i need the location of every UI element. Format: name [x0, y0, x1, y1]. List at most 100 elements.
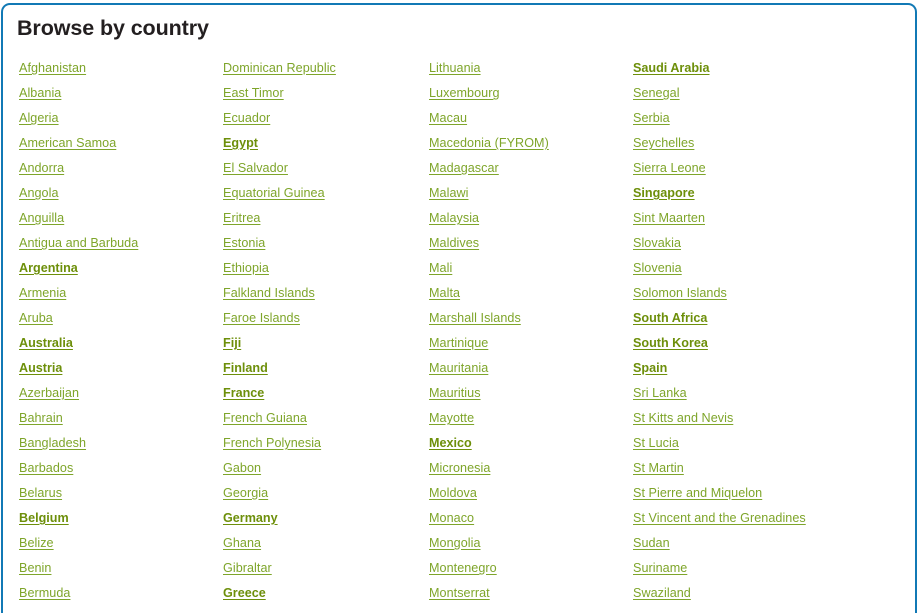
country-link[interactable]: St Pierre and Miquelon: [633, 486, 762, 500]
country-link[interactable]: Austria: [19, 361, 62, 375]
country-link[interactable]: Belize: [19, 536, 54, 550]
country-link[interactable]: American Samoa: [19, 136, 116, 150]
country-link[interactable]: Angola: [19, 186, 59, 200]
country-link[interactable]: Ecuador: [223, 111, 270, 125]
country-link[interactable]: Falkland Islands: [223, 286, 315, 300]
country-link[interactable]: St Vincent and the Grenadines: [633, 511, 806, 525]
country-link[interactable]: Luxembourg: [429, 86, 500, 100]
country-link[interactable]: Micronesia: [429, 461, 490, 475]
country-link[interactable]: Macedonia (FYROM): [429, 136, 549, 150]
country-link[interactable]: Martinique: [429, 336, 488, 350]
country-link[interactable]: Marshall Islands: [429, 311, 521, 325]
country-link[interactable]: Mauritius: [429, 386, 481, 400]
country-link[interactable]: Mongolia: [429, 536, 481, 550]
country-link[interactable]: Eritrea: [223, 211, 260, 225]
country-link[interactable]: Spain: [633, 361, 667, 375]
country-link[interactable]: Andorra: [19, 161, 64, 175]
list-item: Slovakia: [633, 230, 893, 255]
country-link[interactable]: Moldova: [429, 486, 477, 500]
country-link[interactable]: Serbia: [633, 111, 670, 125]
country-link[interactable]: Mayotte: [429, 411, 474, 425]
country-link[interactable]: Armenia: [19, 286, 66, 300]
country-link[interactable]: Montenegro: [429, 561, 497, 575]
country-link[interactable]: Ghana: [223, 536, 261, 550]
country-link[interactable]: Aruba: [19, 311, 53, 325]
list-item: Belgium: [19, 505, 219, 530]
country-link[interactable]: Malaysia: [429, 211, 479, 225]
country-link[interactable]: St Kitts and Nevis: [633, 411, 733, 425]
country-link[interactable]: Barbados: [19, 461, 73, 475]
country-link[interactable]: France: [223, 386, 264, 400]
country-link[interactable]: Albania: [19, 86, 61, 100]
country-link[interactable]: Bahrain: [19, 411, 63, 425]
country-link[interactable]: Azerbaijan: [19, 386, 79, 400]
list-item: Maldives: [429, 230, 629, 255]
country-link[interactable]: Sri Lanka: [633, 386, 687, 400]
country-link[interactable]: Benin: [19, 561, 51, 575]
country-link[interactable]: Senegal: [633, 86, 680, 100]
list-item: Solomon Islands: [633, 280, 893, 305]
country-link[interactable]: Belarus: [19, 486, 62, 500]
list-item: South Korea: [633, 330, 893, 355]
country-link[interactable]: Mexico: [429, 436, 472, 450]
list-item: Saudi Arabia: [633, 55, 893, 80]
country-link[interactable]: Ethiopia: [223, 261, 269, 275]
country-link[interactable]: Maldives: [429, 236, 479, 250]
country-link[interactable]: Algeria: [19, 111, 59, 125]
country-link[interactable]: Dominican Republic: [223, 61, 336, 75]
country-link[interactable]: Egypt: [223, 136, 258, 150]
list-item: Georgia: [223, 480, 423, 505]
country-link[interactable]: Sudan: [633, 536, 670, 550]
country-link[interactable]: Madagascar: [429, 161, 499, 175]
country-link[interactable]: Mauritania: [429, 361, 488, 375]
country-link[interactable]: Equatorial Guinea: [223, 186, 325, 200]
country-link[interactable]: Malta: [429, 286, 460, 300]
country-link[interactable]: Bangladesh: [19, 436, 86, 450]
country-link[interactable]: Antigua and Barbuda: [19, 236, 138, 250]
country-link[interactable]: Suriname: [633, 561, 687, 575]
country-link[interactable]: French Polynesia: [223, 436, 321, 450]
country-link[interactable]: Belgium: [19, 511, 69, 525]
country-link[interactable]: Gibraltar: [223, 561, 272, 575]
country-link[interactable]: El Salvador: [223, 161, 288, 175]
list-item: Singapore: [633, 180, 893, 205]
country-link[interactable]: Sierra Leone: [633, 161, 706, 175]
country-link[interactable]: French Guiana: [223, 411, 307, 425]
country-link[interactable]: Solomon Islands: [633, 286, 727, 300]
country-link[interactable]: Anguilla: [19, 211, 64, 225]
country-link[interactable]: Sint Maarten: [633, 211, 705, 225]
country-link[interactable]: St Martin: [633, 461, 684, 475]
country-link[interactable]: Swaziland: [633, 586, 691, 600]
country-link[interactable]: Saudi Arabia: [633, 61, 710, 75]
country-link[interactable]: Germany: [223, 511, 278, 525]
country-link[interactable]: South Africa: [633, 311, 707, 325]
country-link[interactable]: Faroe Islands: [223, 311, 300, 325]
country-link[interactable]: Greece: [223, 586, 266, 600]
country-link[interactable]: Montserrat: [429, 586, 490, 600]
country-link[interactable]: Monaco: [429, 511, 474, 525]
list-item: Martinique: [429, 330, 629, 355]
country-link[interactable]: Malawi: [429, 186, 469, 200]
list-item: Senegal: [633, 80, 893, 105]
country-link[interactable]: Fiji: [223, 336, 241, 350]
country-link[interactable]: Slovakia: [633, 236, 681, 250]
country-link[interactable]: Afghanistan: [19, 61, 86, 75]
country-link[interactable]: Slovenia: [633, 261, 682, 275]
country-link[interactable]: Singapore: [633, 186, 695, 200]
country-link[interactable]: Gabon: [223, 461, 261, 475]
list-item: East Timor: [223, 80, 423, 105]
list-item: Macedonia (FYROM): [429, 130, 629, 155]
country-link[interactable]: Seychelles: [633, 136, 694, 150]
country-link[interactable]: St Lucia: [633, 436, 679, 450]
country-link[interactable]: Estonia: [223, 236, 265, 250]
country-link[interactable]: East Timor: [223, 86, 284, 100]
country-link[interactable]: Georgia: [223, 486, 268, 500]
country-link[interactable]: Finland: [223, 361, 268, 375]
country-link[interactable]: Macau: [429, 111, 467, 125]
country-link[interactable]: Mali: [429, 261, 452, 275]
country-link[interactable]: Bermuda: [19, 586, 70, 600]
country-link[interactable]: Argentina: [19, 261, 78, 275]
country-link[interactable]: Australia: [19, 336, 73, 350]
country-link[interactable]: South Korea: [633, 336, 708, 350]
country-link[interactable]: Lithuania: [429, 61, 481, 75]
